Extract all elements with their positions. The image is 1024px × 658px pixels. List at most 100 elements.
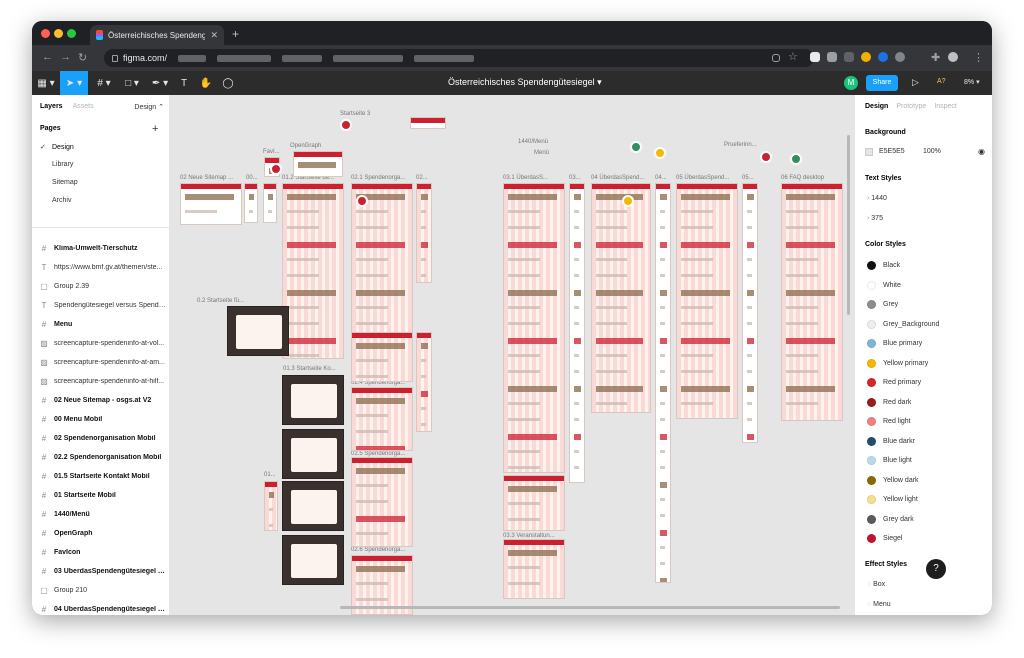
frame-label[interactable]: 0.2 Startseite fü... [197, 298, 244, 304]
effect-style-item[interactable]: ◌ Box [867, 581, 885, 588]
layer-item[interactable]: ▨ screencapture-spendeninfo-at-hilf... [40, 377, 166, 386]
design-frame[interactable] [244, 183, 258, 223]
layer-item[interactable]: ▢ Group 2.39 [40, 282, 166, 291]
frame-label[interactable]: 00... [246, 175, 258, 181]
layer-item[interactable]: ▨ screencapture-spendeninfo-at-vol... [40, 339, 166, 348]
layer-item[interactable]: # FavIcon [40, 548, 166, 557]
frame-label[interactable]: 06 FAQ desktop [781, 175, 824, 181]
frame-label[interactable]: Menü [534, 150, 549, 156]
add-page-icon[interactable]: + [152, 123, 158, 135]
design-frame[interactable] [503, 475, 565, 531]
color-style-item[interactable]: White [867, 280, 901, 290]
move-tool-icon[interactable]: ➤ ▾ [60, 71, 88, 95]
file-title[interactable]: Österreichisches Spendengütesiegel ▾ [448, 77, 602, 88]
tab-close-icon[interactable]: ✕ [210, 30, 218, 41]
share-page-icon[interactable] [772, 54, 780, 62]
design-frame[interactable] [351, 457, 413, 547]
effect-style-item[interactable]: ◌ Menu [867, 601, 891, 608]
address-bar[interactable]: figma.com/ [104, 49, 814, 67]
extension-icon[interactable] [827, 52, 837, 62]
reload-icon[interactable]: ↻ [78, 51, 87, 64]
design-frame[interactable] [410, 117, 446, 129]
page-selector[interactable]: Design ⌃ [134, 103, 164, 111]
horizontal-scrollbar[interactable] [340, 606, 840, 609]
frame-label[interactable]: Prueferinn... [724, 142, 757, 148]
layer-item[interactable]: # Klima-Umwelt-Tierschutz [40, 244, 166, 253]
minimize-window-button[interactable] [54, 29, 63, 38]
tab-layers[interactable]: Layers [40, 103, 63, 111]
frame-label[interactable]: 02.1 Spendenorga... [351, 175, 405, 181]
layer-item[interactable]: #01.5 Startseite Kontakt Mobil [40, 472, 166, 481]
design-frame[interactable] [781, 183, 843, 421]
design-frame[interactable] [263, 183, 277, 223]
layer-item[interactable]: #1440/Menü [40, 510, 166, 519]
color-style-item[interactable]: Siegel [867, 534, 902, 543]
design-frame[interactable] [282, 183, 344, 359]
page-item[interactable]: Sitemap [40, 179, 160, 186]
design-frame[interactable] [503, 539, 565, 599]
design-frame[interactable] [416, 183, 432, 283]
design-frame[interactable] [742, 183, 758, 443]
background-color-swatch[interactable] [865, 147, 873, 156]
browser-tab[interactable]: Österreichisches Spendengütesi ✕ [90, 25, 224, 45]
color-style-item[interactable]: Red dark [867, 397, 911, 407]
extension-icon[interactable] [895, 52, 905, 62]
frame-label[interactable]: OpenGraph [290, 143, 321, 149]
accessibility-check-button[interactable]: A? [937, 78, 946, 85]
layer-item[interactable]: T Spendengütesiegel versus Spende... [40, 301, 166, 310]
color-style-item[interactable]: Red light [867, 417, 911, 426]
extensions-puzzle-icon[interactable]: ✚ [931, 51, 940, 64]
frame-label[interactable]: 02 Neue Sitemap ... [180, 175, 233, 181]
design-frame[interactable] [676, 183, 738, 419]
layer-item[interactable]: #00 Menu Mobil [40, 415, 166, 424]
tab-design[interactable]: Design [865, 103, 888, 110]
page-item[interactable]: Library [40, 161, 160, 168]
share-button[interactable]: Share [866, 75, 898, 91]
layer-item[interactable]: ▢ Group 210 [40, 586, 166, 595]
design-frame[interactable] [655, 183, 671, 583]
color-style-item[interactable]: Yellow dark [867, 475, 919, 485]
frame-label[interactable]: 01.3 Startseite Ko... [283, 366, 336, 372]
frame-label[interactable]: 1440/Menü [518, 139, 548, 145]
bookmark-star-icon[interactable]: ☆ [788, 50, 798, 63]
text-style-item[interactable]: › 375 [867, 215, 883, 222]
profile-avatar-icon[interactable] [948, 52, 958, 62]
design-frame[interactable] [569, 183, 585, 483]
color-style-item[interactable]: Red primary [867, 378, 921, 387]
comment-tool-icon[interactable]: ◯ [218, 71, 238, 95]
layer-item[interactable]: Thttps://www.bmf.gv.at/themen/ste... [40, 263, 166, 272]
design-frame[interactable] [293, 151, 343, 177]
design-frame[interactable] [282, 375, 344, 425]
frame-label[interactable]: 02.6 Spendenorga... [351, 547, 405, 553]
color-style-item[interactable]: Blue light [867, 456, 912, 465]
tab-assets[interactable]: Assets [73, 103, 94, 111]
layer-item[interactable]: #02 Spendenorganisation Mobil [40, 434, 166, 443]
background-opacity-value[interactable]: 100% [923, 148, 941, 155]
design-canvas[interactable]: Startseite 3 FavI... OpenGraph 1440/Menü Men… [170, 95, 854, 615]
shape-tool-icon[interactable]: □ ▾ [118, 71, 146, 95]
zoom-level-dropdown[interactable]: 8% ▾ [964, 78, 980, 86]
extension-icon[interactable] [810, 52, 820, 62]
frame-label[interactable]: 01... [264, 472, 276, 478]
design-frame[interactable] [351, 387, 413, 451]
layer-item[interactable]: #02.2 Spendenorganisation Mobil [40, 453, 166, 462]
extension-icon[interactable] [844, 52, 854, 62]
color-style-item[interactable]: Grey dark [867, 514, 914, 524]
text-tool-icon[interactable]: T [174, 71, 194, 95]
color-style-item[interactable]: Blue primary [867, 339, 922, 348]
layer-item[interactable]: ▨ screencapture-spendeninfo-at-am... [40, 358, 166, 367]
color-style-item[interactable]: Grey [867, 300, 898, 309]
design-frame[interactable] [180, 183, 242, 225]
frame-label[interactable]: 03... [569, 175, 581, 181]
layer-item[interactable]: # OpenGraph [40, 529, 166, 538]
color-style-item[interactable]: Blue darkr [867, 436, 915, 446]
design-frame[interactable] [282, 429, 344, 479]
new-tab-button[interactable]: + [232, 27, 239, 41]
back-arrow-icon[interactable]: ← [42, 51, 53, 63]
page-item[interactable]: ✓ Design [40, 143, 160, 151]
design-frame[interactable] [351, 332, 413, 382]
help-button[interactable]: ? [926, 559, 946, 579]
design-frame[interactable] [282, 535, 344, 585]
vertical-scrollbar[interactable] [847, 135, 850, 315]
design-frame[interactable] [227, 306, 289, 356]
